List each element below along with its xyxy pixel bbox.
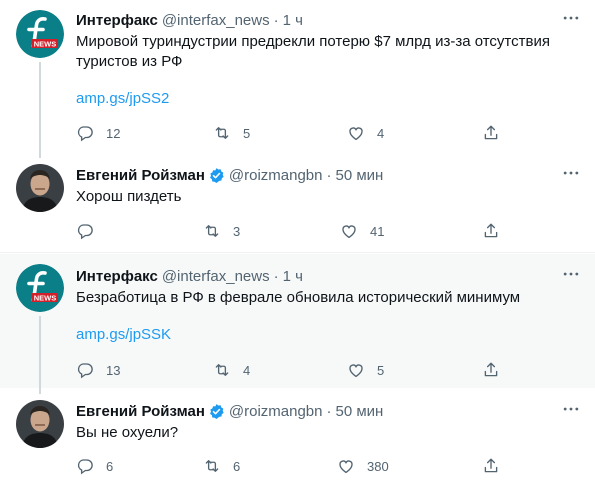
reply-count: 6	[106, 458, 114, 474]
retweet-icon	[203, 222, 221, 240]
like-icon	[347, 124, 365, 142]
tweet-text: Безработица в РФ в феврале обновила исто…	[76, 289, 521, 306]
separator: ·	[326, 166, 332, 184]
tweet-text: Хорош пиздеть	[76, 188, 182, 205]
timestamp[interactable]: 50 мин	[336, 167, 384, 184]
retweet-count: 4	[243, 362, 251, 378]
tweet-text-line: Мировой туриндустрии предрекли потерю $7…	[76, 33, 550, 50]
retweet-count: 5	[243, 125, 251, 141]
thread-line	[39, 388, 41, 394]
reply-icon	[76, 222, 94, 240]
tweet-3[interactable]: Интерфакс @interfax_news · 1 ч Безработи…	[0, 254, 595, 388]
retweet-count: 3	[233, 223, 241, 239]
verified-badge-icon	[208, 403, 225, 420]
like-icon	[347, 361, 365, 379]
separator: ·	[326, 402, 332, 420]
thread-line	[39, 316, 41, 388]
share-icon	[482, 222, 500, 240]
tweet-1[interactable]: Интерфакс @interfax_news · 1 ч Мировой т…	[0, 0, 595, 152]
like-count: 5	[377, 362, 385, 378]
tweet-4[interactable]: Евгений Ройзман @roizmangbn · 50 мин Вы …	[0, 388, 595, 482]
like-button[interactable]: 380	[337, 456, 389, 476]
interfax-avatar[interactable]	[16, 264, 64, 312]
retweet-button[interactable]: 4	[213, 360, 250, 380]
share-icon	[482, 457, 500, 475]
timestamp[interactable]: 50 мин	[336, 403, 384, 420]
author-handle[interactable]: @interfax_news	[162, 268, 270, 285]
verified-badge-icon	[208, 167, 225, 184]
retweet-count: 6	[233, 458, 241, 474]
more-icon[interactable]	[561, 163, 581, 183]
tweet-text: Вы не охуели?	[76, 424, 179, 441]
like-count: 380	[367, 458, 389, 474]
thread-line	[39, 152, 41, 158]
interfax-avatar[interactable]	[16, 10, 64, 58]
thread-line	[39, 62, 41, 152]
reply-button[interactable]: 13	[76, 360, 120, 380]
tweet-text: Мировой туриндустрии предрекли потерю $7…	[76, 32, 581, 72]
share-icon	[482, 361, 500, 379]
like-button[interactable]: 5	[347, 360, 384, 380]
separator: ·	[273, 11, 279, 29]
more-icon[interactable]	[561, 264, 581, 284]
roizman-avatar[interactable]	[16, 400, 64, 448]
timestamp[interactable]: 1 ч	[283, 268, 303, 285]
reply-button[interactable]: 12	[76, 123, 120, 143]
author-name[interactable]: Интерфакс	[76, 268, 158, 285]
reply-button[interactable]	[76, 221, 106, 241]
like-button[interactable]: 4	[347, 123, 384, 143]
tweet-text-line: туристов из РФ	[76, 53, 183, 70]
retweet-button[interactable]: 6	[203, 456, 240, 476]
retweet-button[interactable]: 3	[203, 221, 240, 241]
author-handle[interactable]: @interfax_news	[162, 12, 270, 29]
roizman-avatar[interactable]	[16, 164, 64, 212]
tweet-link[interactable]: amp.gs/jpSS2	[76, 90, 169, 107]
retweet-button[interactable]: 5	[213, 123, 250, 143]
timestamp[interactable]: 1 ч	[283, 12, 303, 29]
retweet-icon	[213, 361, 231, 379]
retweet-icon	[203, 457, 221, 475]
like-button[interactable]: 41	[340, 221, 384, 241]
author-name[interactable]: Интерфакс	[76, 12, 158, 29]
retweet-icon	[213, 124, 231, 142]
tweet-2[interactable]: Евгений Ройзман @roizmangbn · 50 мин Хор…	[0, 152, 595, 253]
tweet-link[interactable]: amp.gs/jpSSK	[76, 326, 171, 343]
like-icon	[340, 222, 358, 240]
like-count: 41	[370, 223, 385, 239]
reply-icon	[76, 457, 94, 475]
share-button[interactable]	[482, 360, 500, 380]
reply-count: 13	[106, 362, 121, 378]
author-name[interactable]: Евгений Ройзман	[76, 167, 205, 184]
author-handle[interactable]: @roizmangbn	[229, 167, 323, 184]
reply-count: 12	[106, 125, 121, 141]
like-count: 4	[377, 125, 385, 141]
more-icon[interactable]	[561, 8, 581, 28]
share-button[interactable]	[482, 221, 500, 241]
author-name[interactable]: Евгений Ройзман	[76, 403, 205, 420]
like-icon	[337, 457, 355, 475]
share-icon	[482, 124, 500, 142]
reply-button[interactable]: 6	[76, 456, 113, 476]
share-button[interactable]	[482, 456, 500, 476]
separator: ·	[273, 267, 279, 285]
more-icon[interactable]	[561, 399, 581, 419]
author-handle[interactable]: @roizmangbn	[229, 403, 323, 420]
reply-icon	[76, 361, 94, 379]
reply-icon	[76, 124, 94, 142]
share-button[interactable]	[482, 123, 500, 143]
